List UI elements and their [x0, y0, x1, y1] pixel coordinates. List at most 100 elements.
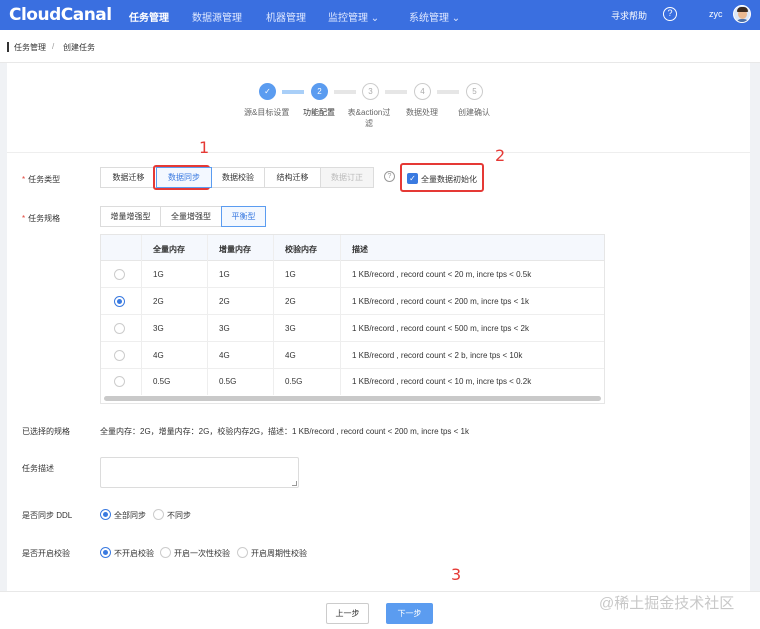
step-3-circle: 3	[362, 83, 379, 100]
check-periodic-label[interactable]: 开启周期性校验	[251, 548, 307, 559]
spec-balanced[interactable]: 平衡型	[221, 206, 266, 227]
check-once-radio[interactable]	[160, 547, 171, 558]
table-row[interactable]: 4G 4G 4G 1 KB/record , record count < 2 …	[101, 342, 604, 369]
username[interactable]: zyc	[709, 9, 723, 19]
nav-monitor-management[interactable]: 监控管理 ⌄	[328, 9, 379, 24]
table-row[interactable]: 0.5G 0.5G 0.5G 1 KB/record , record coun…	[101, 368, 604, 395]
cell-full: 4G	[153, 351, 164, 360]
row-radio[interactable]	[114, 376, 125, 387]
step-connector	[385, 90, 407, 94]
question-icon[interactable]: ?	[663, 7, 677, 21]
divider	[7, 152, 750, 153]
cell-desc: 1 KB/record , record count < 10 m, incre…	[352, 377, 532, 386]
row-radio[interactable]	[114, 296, 125, 307]
cell-incr: 4G	[219, 351, 230, 360]
cell-check: 1G	[285, 270, 296, 279]
table-header: 全量内存 增量内存 校验内存 描述	[101, 235, 604, 261]
col-incr-mem: 增量内存	[219, 245, 251, 254]
step-4-label: 数据处理	[406, 108, 438, 117]
annotation-3: 3	[451, 565, 462, 584]
breadcrumb-separator: /	[52, 42, 55, 51]
row-radio[interactable]	[114, 350, 125, 361]
ddl-none-label[interactable]: 不同步	[167, 510, 191, 521]
cell-check: 3G	[285, 324, 296, 333]
nav-system-management[interactable]: 系统管理 ⌄	[409, 9, 460, 24]
step-3-label: 表&action过滤	[347, 108, 391, 128]
highlight-box-2	[400, 163, 484, 192]
annotation-1: 1	[199, 138, 210, 157]
annotation-2: 2	[495, 146, 506, 165]
cell-desc: 1 KB/record , record count < 500 m, incr…	[352, 324, 529, 333]
cell-incr: 1G	[219, 270, 230, 279]
top-navbar: CloudCanal 任务管理 数据源管理 机器管理 监控管理 ⌄ 系统管理 ⌄…	[0, 0, 760, 30]
next-button[interactable]: 下一步	[386, 603, 433, 624]
row-radio[interactable]	[114, 323, 125, 334]
task-type-sync[interactable]: 数据同步	[156, 167, 212, 188]
step-2-circle: 2	[311, 83, 328, 100]
step-connector	[282, 90, 304, 94]
cell-check: 0.5G	[285, 377, 303, 386]
col-check-mem: 校验内存	[285, 245, 317, 254]
cell-incr: 2G	[219, 297, 230, 306]
step-connector	[334, 90, 356, 94]
cell-full: 0.5G	[153, 377, 171, 386]
app-logo[interactable]: CloudCanal	[9, 5, 112, 25]
breadcrumb: 任务管理 / 创建任务	[0, 30, 760, 63]
check-none-radio[interactable]	[100, 547, 111, 558]
breadcrumb-create-task: 创建任务	[63, 43, 95, 52]
cell-incr: 0.5G	[219, 377, 237, 386]
ddl-all-radio[interactable]	[100, 509, 111, 520]
cell-full: 2G	[153, 297, 164, 306]
step-2-label: 功能配置	[303, 108, 335, 117]
cell-full: 1G	[153, 270, 164, 279]
spec-table: 全量内存 增量内存 校验内存 描述 1G 1G 1G 1 KB/record ,…	[100, 234, 605, 404]
task-type-revise: 数据订正	[320, 167, 374, 188]
help-link[interactable]: 寻求帮助	[611, 9, 647, 22]
cell-check: 4G	[285, 351, 296, 360]
task-desc-input[interactable]	[100, 457, 299, 488]
prev-button[interactable]: 上一步	[326, 603, 369, 624]
spec-label: * 任务规格	[22, 214, 61, 223]
cell-desc: 1 KB/record , record count < 2 b, incre …	[352, 351, 523, 360]
nav-datasource-management[interactable]: 数据源管理	[192, 9, 242, 24]
ddl-none-radio[interactable]	[153, 509, 164, 520]
step-connector	[437, 90, 459, 94]
avatar[interactable]	[733, 5, 751, 23]
selected-spec-label: 已选择的规格	[22, 427, 70, 436]
step-5-label: 创建确认	[458, 108, 490, 117]
check-periodic-radio[interactable]	[237, 547, 248, 558]
nav-machine-management[interactable]: 机器管理	[266, 9, 306, 24]
table-row[interactable]: 1G 1G 1G 1 KB/record , record count < 20…	[101, 261, 604, 288]
cell-check: 2G	[285, 297, 296, 306]
table-scrollbar[interactable]	[104, 396, 601, 401]
task-type-migration[interactable]: 数据迁移	[100, 167, 157, 188]
watermark: @稀土掘金技术社区	[599, 595, 735, 612]
help-question-icon[interactable]: ?	[384, 171, 395, 182]
table-row[interactable]: 2G 2G 2G 1 KB/record , record count < 20…	[101, 288, 604, 315]
step-1-check-icon: ✓	[259, 83, 276, 100]
ddl-label: 是否同步 DDL	[22, 511, 73, 520]
cell-desc: 1 KB/record , record count < 200 m, incr…	[352, 297, 529, 306]
spec-incremental[interactable]: 增量增强型	[100, 206, 161, 227]
cell-full: 3G	[153, 324, 164, 333]
task-type-structure[interactable]: 结构迁移	[264, 167, 321, 188]
breadcrumb-bar	[7, 42, 9, 52]
ddl-all-label[interactable]: 全部同步	[114, 510, 146, 521]
step-5-circle: 5	[466, 83, 483, 100]
check-none-label[interactable]: 不开启校验	[114, 548, 154, 559]
spec-full[interactable]: 全量增强型	[160, 206, 222, 227]
task-type-check[interactable]: 数据校验	[211, 167, 265, 188]
table-row[interactable]: 3G 3G 3G 1 KB/record , record count < 50…	[101, 315, 604, 342]
task-desc-label: 任务描述	[22, 464, 54, 473]
row-radio[interactable]	[114, 269, 125, 280]
task-type-label: * 任务类型	[22, 175, 61, 184]
cell-incr: 3G	[219, 324, 230, 333]
selected-spec-value: 全量内存：2G，增量内存：2G，校验内存2G，描述：1 KB/record , …	[100, 427, 469, 436]
check-once-label[interactable]: 开启一次性校验	[174, 548, 230, 559]
check-label: 是否开启校验	[22, 549, 70, 558]
cell-desc: 1 KB/record , record count < 20 m, incre…	[352, 270, 532, 279]
col-full-mem: 全量内存	[153, 245, 185, 254]
breadcrumb-task-management[interactable]: 任务管理	[14, 42, 46, 53]
nav-task-management[interactable]: 任务管理	[129, 9, 169, 24]
step-4-circle: 4	[414, 83, 431, 100]
